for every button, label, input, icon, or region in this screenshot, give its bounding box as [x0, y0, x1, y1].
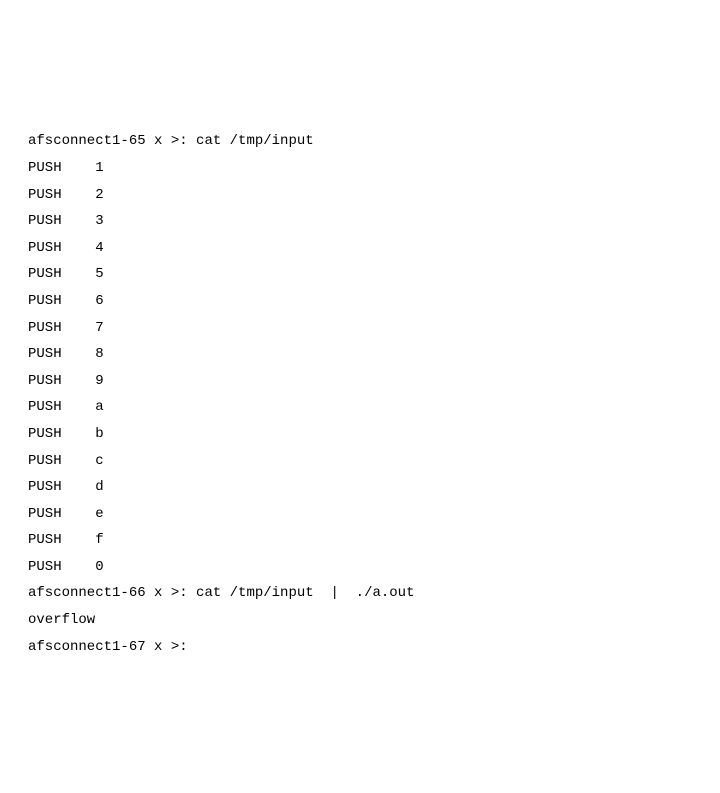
terminal-line: PUSH 4 — [28, 235, 692, 262]
terminal-session[interactable]: afsconnect1-65 x >: cat /tmp/input PUSH 1… — [28, 128, 692, 660]
terminal-line: afsconnect1-67 x >: — [28, 634, 692, 661]
terminal-line: PUSH 1 — [28, 155, 692, 182]
output-row: PUSH 6 — [28, 293, 104, 309]
output-row: PUSH f — [28, 532, 104, 548]
terminal-line: PUSH 5 — [28, 261, 692, 288]
terminal-line: PUSH 6 — [28, 288, 692, 315]
shell-command: cat /tmp/input | ./a.out — [188, 585, 415, 601]
terminal-line: PUSH 8 — [28, 341, 692, 368]
shell-prompt: afsconnect1-66 x >: — [28, 585, 188, 601]
terminal-line: PUSH c — [28, 448, 692, 475]
output-row: PUSH 1 — [28, 160, 104, 176]
output-row: PUSH 2 — [28, 187, 104, 203]
output-row: PUSH 3 — [28, 213, 104, 229]
terminal-line: PUSH 0 — [28, 554, 692, 581]
terminal-line: PUSH 7 — [28, 315, 692, 342]
output-row: PUSH 9 — [28, 373, 104, 389]
output-row: PUSH c — [28, 453, 104, 469]
terminal-line: afsconnect1-65 x >: cat /tmp/input — [28, 128, 692, 155]
terminal-line: PUSH f — [28, 527, 692, 554]
terminal-line: PUSH 3 — [28, 208, 692, 235]
terminal-line: PUSH a — [28, 394, 692, 421]
output-row: PUSH d — [28, 479, 104, 495]
terminal-line: PUSH b — [28, 421, 692, 448]
terminal-line: overflow — [28, 607, 692, 634]
terminal-line: PUSH e — [28, 501, 692, 528]
shell-command: cat /tmp/input — [188, 133, 314, 149]
output-row: PUSH 0 — [28, 559, 104, 575]
output-row: PUSH b — [28, 426, 104, 442]
terminal-line: PUSH 2 — [28, 182, 692, 209]
shell-prompt: afsconnect1-67 x >: — [28, 639, 188, 655]
output-row: PUSH 8 — [28, 346, 104, 362]
terminal-line: PUSH 9 — [28, 368, 692, 395]
output-row: PUSH 7 — [28, 320, 104, 336]
terminal-line: afsconnect1-66 x >: cat /tmp/input | ./a… — [28, 580, 692, 607]
output-row: PUSH 4 — [28, 240, 104, 256]
shell-prompt: afsconnect1-65 x >: — [28, 133, 188, 149]
output-overflow: overflow — [28, 612, 95, 628]
output-row: PUSH 5 — [28, 266, 104, 282]
terminal-line: PUSH d — [28, 474, 692, 501]
output-row: PUSH a — [28, 399, 104, 415]
output-row: PUSH e — [28, 506, 104, 522]
